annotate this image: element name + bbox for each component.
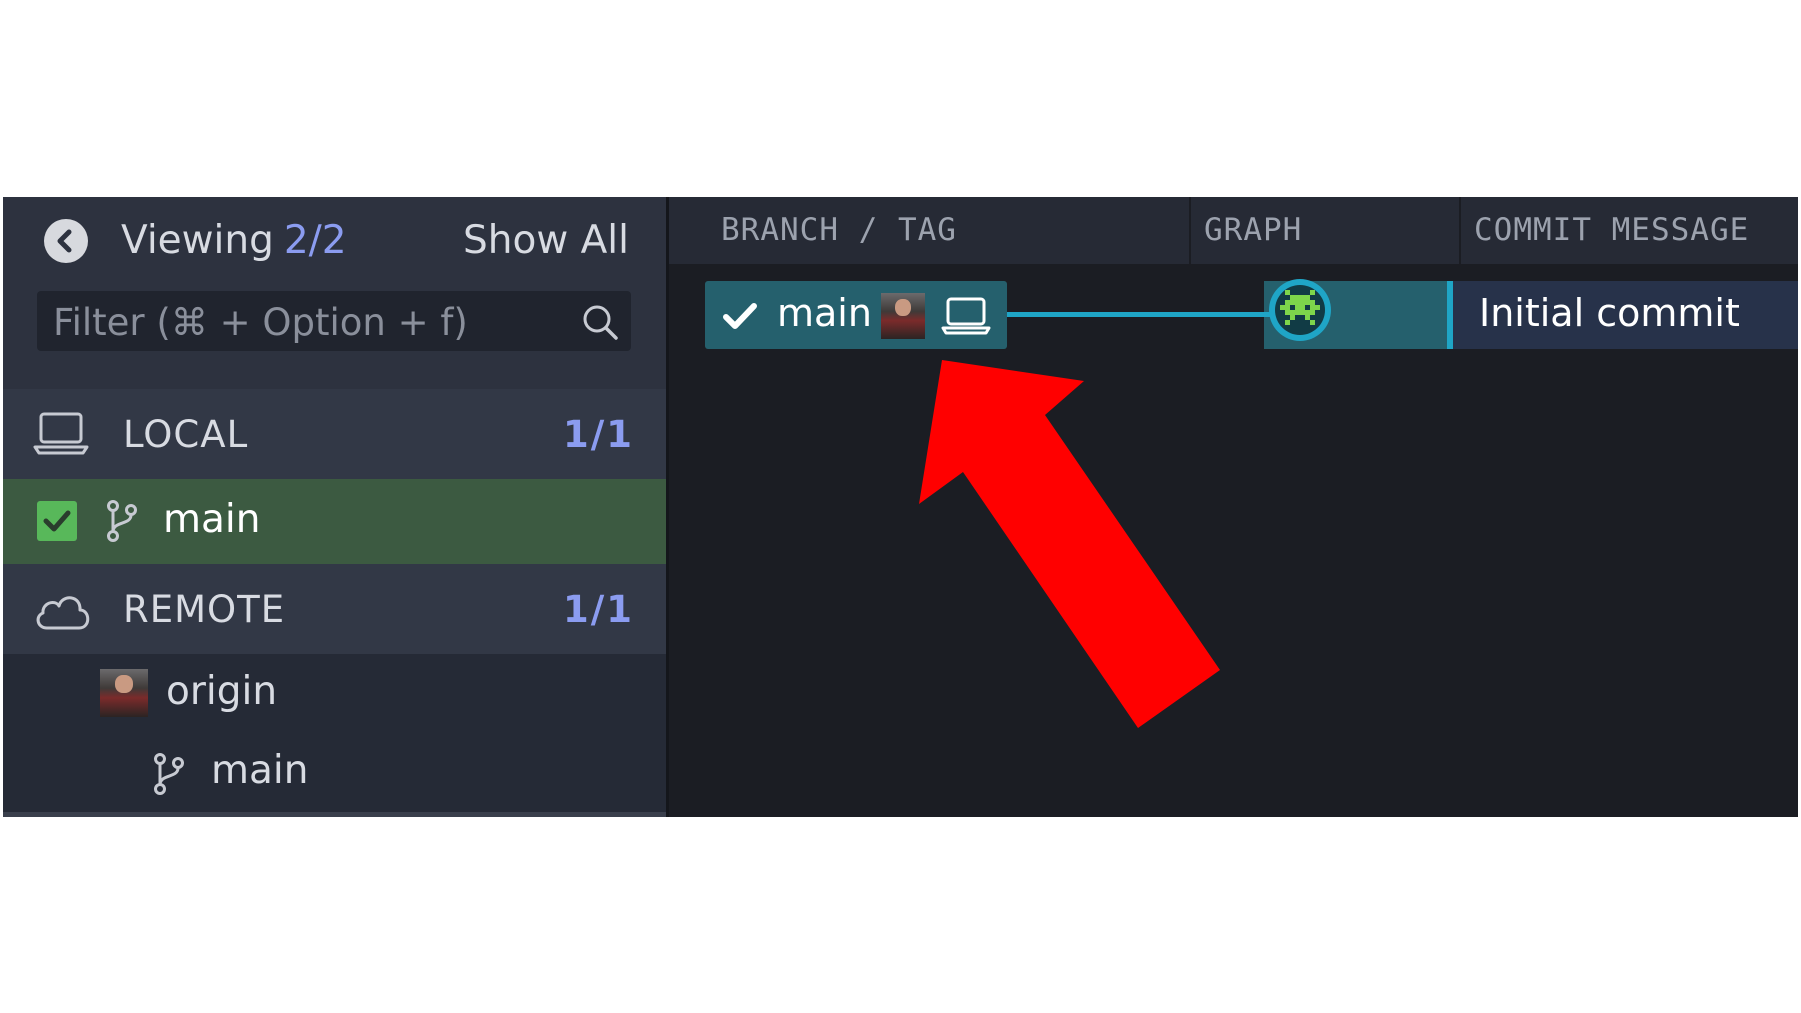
- checkout-check-icon: [37, 501, 77, 541]
- column-commit-message[interactable]: COMMIT MESSAGE: [1474, 197, 1749, 264]
- branch-connector-line: [1007, 312, 1277, 317]
- back-icon: [57, 229, 72, 253]
- branch-icon: [154, 753, 184, 795]
- remote-branch-label: main: [211, 748, 309, 793]
- filter-box[interactable]: [37, 291, 631, 353]
- origin-label: origin: [166, 669, 278, 714]
- local-section-header[interactable]: LOCAL 1/1: [3, 389, 666, 479]
- check-icon: [723, 303, 757, 329]
- back-button[interactable]: [44, 219, 88, 263]
- local-branch-label: main: [163, 497, 261, 542]
- laptop-icon: [941, 297, 991, 335]
- commit-node[interactable]: [1269, 279, 1331, 341]
- sidebar-item-origin[interactable]: origin: [3, 654, 666, 734]
- viewing-label: Viewing 2/2: [121, 218, 347, 263]
- remote-section-header[interactable]: REMOTE 1/1: [3, 564, 666, 654]
- local-label: LOCAL: [123, 413, 249, 456]
- avatar: [881, 293, 925, 339]
- local-count: 1/1: [562, 413, 634, 456]
- branch-label-pill[interactable]: main: [705, 281, 1007, 349]
- commit-message[interactable]: Initial commit: [1479, 291, 1740, 335]
- gitkraken-window: Viewing2/2 Show All LOCAL 1/1: [3, 197, 1798, 817]
- commit-graph-panel: BRANCH / TAG GRAPH COMMIT MESSAGE Initia…: [669, 197, 1798, 817]
- column-divider[interactable]: [1189, 197, 1191, 264]
- sidebar-header: Viewing 2/2 Show All: [3, 197, 666, 389]
- remote-label: REMOTE: [123, 588, 286, 631]
- viewing-text: Viewing: [121, 218, 274, 263]
- column-header: BRANCH / TAG GRAPH COMMIT MESSAGE: [669, 197, 1798, 264]
- sidebar-item-origin-main[interactable]: main: [3, 734, 666, 814]
- sidebar-item-local-main[interactable]: main: [3, 479, 666, 564]
- column-graph[interactable]: GRAPH: [1204, 197, 1302, 264]
- show-all-button[interactable]: Show All: [463, 218, 629, 263]
- sidebar-divider: [3, 812, 666, 817]
- filter-input[interactable]: [51, 291, 555, 353]
- branch-pill-label: main: [777, 291, 872, 335]
- viewing-count: 2/2: [283, 218, 347, 263]
- column-branch-tag[interactable]: BRANCH / TAG: [721, 197, 957, 264]
- laptop-icon: [33, 412, 89, 455]
- commit-node-icon: [1280, 290, 1320, 325]
- branch-icon: [107, 500, 137, 542]
- remote-count: 1/1: [562, 588, 634, 631]
- cloud-icon: [36, 596, 90, 630]
- avatar: [100, 669, 148, 717]
- left-panel: Viewing2/2 Show All LOCAL 1/1: [3, 197, 669, 817]
- column-divider[interactable]: [1459, 197, 1461, 264]
- search-icon[interactable]: [581, 303, 619, 341]
